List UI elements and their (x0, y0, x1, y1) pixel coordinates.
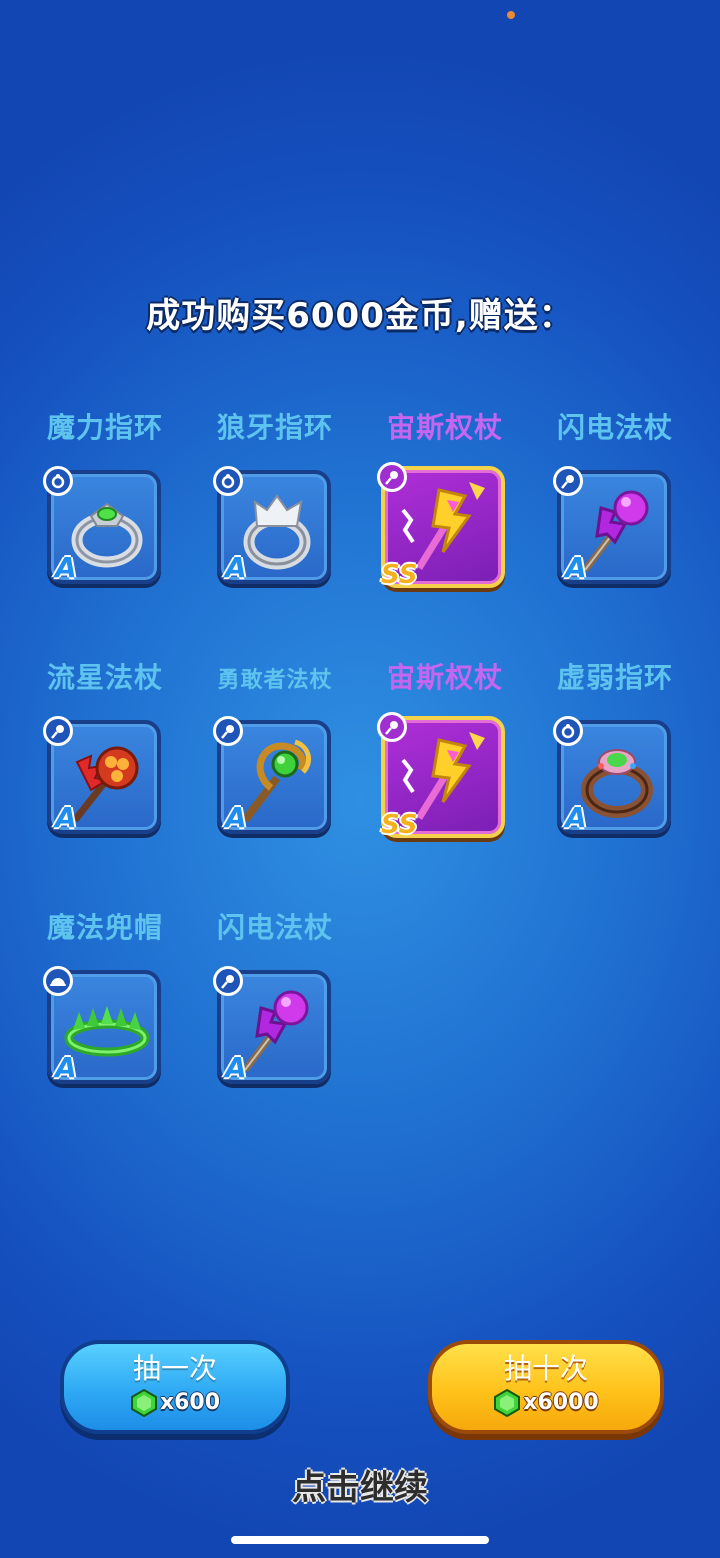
grade-badge: A (55, 801, 77, 834)
reward-item[interactable]: 闪电法杖 A (530, 400, 700, 610)
reward-name: 魔力指环 (46, 411, 163, 444)
reward-card[interactable]: A (553, 716, 671, 834)
reward-name: 闪电法杖 (216, 911, 333, 944)
reward-card[interactable]: A (43, 466, 161, 584)
reward-card[interactable]: A (43, 716, 161, 834)
gem-icon (130, 1389, 157, 1417)
reward-item[interactable]: 勇敢者法杖 A (190, 650, 360, 860)
draw-ten-cost-value: x6000 (523, 1390, 599, 1415)
reward-card[interactable]: A (213, 716, 331, 834)
grade-badge: A (225, 801, 247, 834)
reward-item[interactable]: 宙斯权杖 SS (360, 650, 530, 860)
reward-name: 虚弱指环 (556, 661, 673, 694)
draw-ten-button[interactable]: 抽十次 x6000 (428, 1340, 664, 1434)
grade-badge: A (565, 551, 587, 584)
purchase-result-title: 成功购买6000金币,赠送： (146, 296, 574, 336)
reward-item[interactable]: 闪电法杖 A (190, 900, 360, 1110)
reward-name: 魔法兜帽 (46, 911, 163, 944)
reward-name: 宙斯权杖 (386, 411, 503, 444)
draw-ten-cost: x6000 (493, 1388, 599, 1418)
reward-item[interactable]: 流星法杖 A (20, 650, 190, 860)
draw-once-cost-value: x600 (159, 1390, 221, 1415)
grade-badge: A (55, 551, 77, 584)
reward-card[interactable]: SS (377, 712, 505, 840)
draw-once-button[interactable]: 抽一次 x600 (60, 1340, 290, 1434)
reward-card[interactable]: SS (377, 462, 505, 590)
reward-item[interactable]: 狼牙指环 A (190, 400, 360, 610)
reward-name: 流星法杖 (46, 661, 163, 694)
reward-name: 勇敢者法杖 (217, 668, 333, 693)
tap-to-continue[interactable]: 点击继续 (0, 1460, 720, 1509)
reward-card[interactable]: A (553, 466, 671, 584)
reward-card[interactable]: A (213, 466, 331, 584)
reward-item[interactable]: 魔法兜帽 A (20, 900, 190, 1110)
draw-once-cost: x600 (130, 1388, 220, 1418)
reward-name: 闪电法杖 (556, 411, 673, 444)
grade-badge: SS (381, 810, 418, 840)
reward-name: 宙斯权杖 (386, 661, 503, 694)
home-indicator[interactable] (231, 1536, 489, 1544)
reward-item[interactable]: 宙斯权杖 SS (360, 400, 530, 610)
draw-ten-label: 抽十次 (503, 1352, 588, 1385)
grade-badge: A (55, 1051, 77, 1084)
reward-card[interactable]: A (213, 966, 331, 1084)
grade-badge: A (565, 801, 587, 834)
gem-icon (494, 1389, 521, 1417)
grade-badge: A (225, 1051, 247, 1084)
zeus-scepter-icon (401, 482, 485, 570)
reward-card[interactable]: A (43, 966, 161, 1084)
reward-name: 狼牙指环 (216, 411, 333, 444)
draw-once-label: 抽一次 (132, 1352, 217, 1385)
grade-badge: SS (381, 560, 418, 590)
status-indicator-dot (507, 11, 515, 19)
reward-item[interactable]: 虚弱指环 A (530, 650, 700, 860)
reward-item[interactable]: 魔力指环 A (20, 400, 190, 610)
zeus-scepter-icon (401, 732, 485, 820)
grade-badge: A (225, 551, 247, 584)
